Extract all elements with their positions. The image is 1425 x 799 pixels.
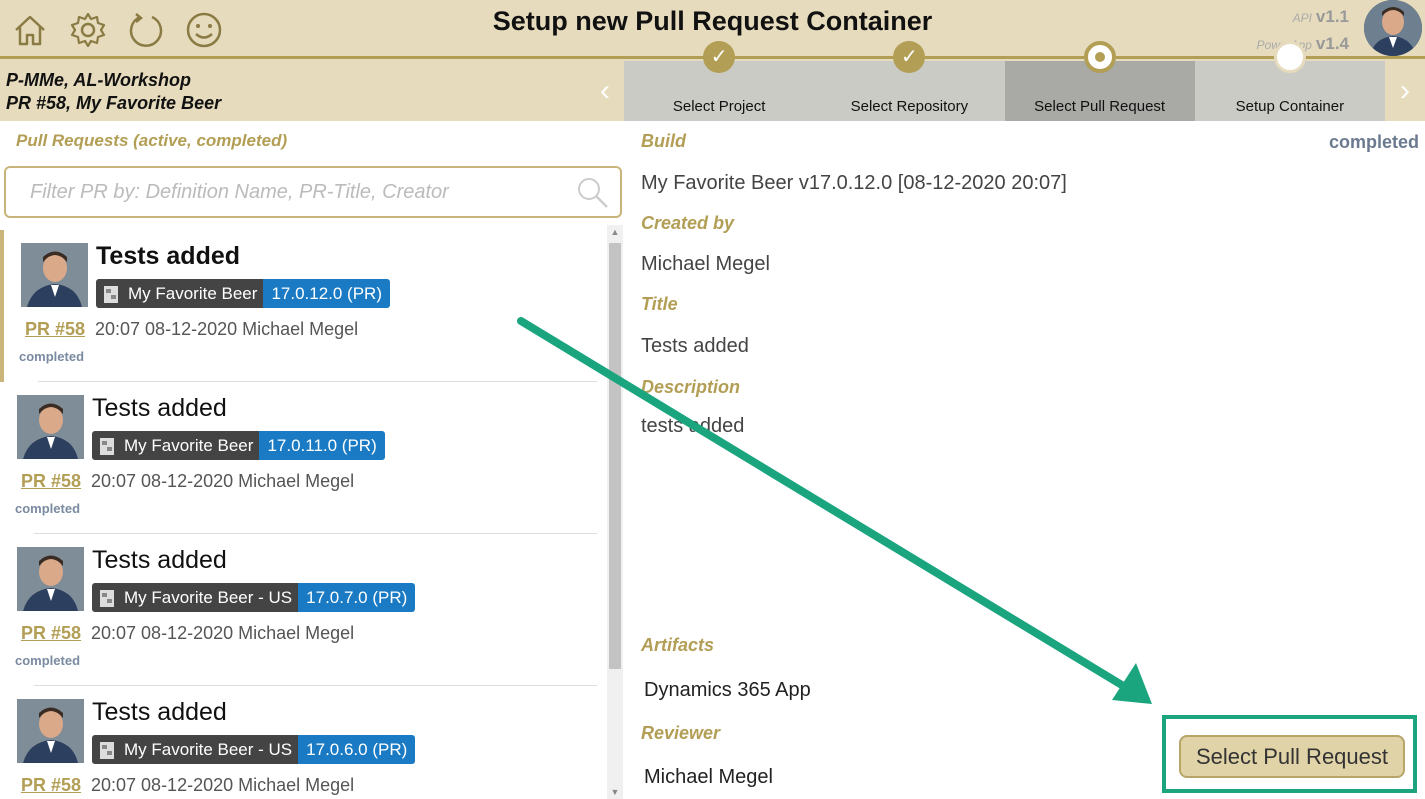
pr-meta: 20:07 08-12-2020 Michael Megel bbox=[95, 319, 359, 339]
status-badge: completed bbox=[15, 501, 81, 516]
pr-meta: 20:07 08-12-2020 Michael Megel bbox=[91, 623, 355, 643]
list-scrollbar[interactable]: ▲ ▼ bbox=[607, 225, 623, 799]
title-label: Title bbox=[641, 294, 678, 314]
step-setup-container[interactable]: Setup Container bbox=[1195, 41, 1385, 121]
description-value: tests added bbox=[641, 415, 745, 437]
title-value: Tests added bbox=[641, 335, 749, 357]
pr-title: Tests added bbox=[92, 394, 227, 422]
pr-link[interactable]: PR #58 bbox=[21, 775, 81, 796]
chevron-left-icon[interactable]: ‹ bbox=[585, 60, 625, 121]
build-value: My Favorite Beer v17.0.12.0 [08-12-2020 … bbox=[641, 172, 1067, 194]
list-item[interactable]: Tests added My Favorite Beer 17.0.12.0 (… bbox=[0, 230, 607, 382]
list-item[interactable]: Tests added My Favorite Beer - US 17.0.7… bbox=[0, 534, 607, 686]
api-version: API v1.1 bbox=[1292, 7, 1349, 26]
page-title: Setup new Pull Request Container bbox=[492, 6, 933, 36]
current-step-icon bbox=[1083, 41, 1116, 73]
avatar bbox=[17, 395, 84, 459]
package-icon bbox=[104, 285, 118, 303]
step-select-repository[interactable]: ✓ Select Repository bbox=[814, 41, 1004, 121]
build-tag: My Favorite Beer - US 17.0.7.0 (PR) bbox=[92, 583, 416, 612]
build-tag: My Favorite Beer 17.0.12.0 (PR) bbox=[96, 279, 390, 308]
scroll-down-icon[interactable]: ▼ bbox=[607, 787, 623, 797]
description-label: Description bbox=[641, 377, 741, 397]
pr-title: Tests added bbox=[92, 546, 227, 574]
pr-list: Tests added My Favorite Beer 17.0.12.0 (… bbox=[0, 230, 607, 799]
context-project: P-MMe, AL-Workshop bbox=[6, 70, 191, 90]
user-avatar[interactable] bbox=[1364, 0, 1422, 56]
pr-title: Tests added bbox=[96, 242, 241, 270]
artifacts-value: Dynamics 365 App bbox=[644, 679, 811, 701]
artifacts-label: Artifacts bbox=[641, 635, 715, 655]
pr-title: Tests added bbox=[92, 698, 227, 726]
created-by-label: Created by bbox=[641, 213, 735, 233]
pr-meta: 20:07 08-12-2020 Michael Megel bbox=[91, 775, 355, 795]
pr-link[interactable]: PR #58 bbox=[21, 471, 81, 492]
filter-box bbox=[4, 166, 622, 218]
status-badge: completed bbox=[15, 653, 81, 668]
scroll-thumb[interactable] bbox=[609, 243, 621, 669]
package-icon bbox=[100, 589, 114, 607]
reviewer-label: Reviewer bbox=[641, 723, 721, 743]
check-icon: ✓ bbox=[703, 41, 736, 73]
build-tag: My Favorite Beer - US 17.0.6.0 (PR) bbox=[92, 735, 416, 764]
annotation-highlight-box bbox=[1162, 715, 1417, 793]
pr-meta: 20:07 08-12-2020 Michael Megel bbox=[91, 471, 355, 491]
search-icon[interactable] bbox=[576, 176, 610, 210]
package-icon bbox=[100, 437, 114, 455]
pr-list-title: Pull Requests (active, completed) bbox=[16, 131, 288, 150]
pending-step-icon bbox=[1273, 41, 1306, 73]
list-item[interactable]: Tests added My Favorite Beer 17.0.11.0 (… bbox=[0, 382, 607, 534]
avatar bbox=[17, 699, 84, 763]
list-item[interactable]: Tests added My Favorite Beer - US 17.0.6… bbox=[0, 686, 607, 799]
pr-status: completed bbox=[1328, 132, 1419, 152]
check-icon: ✓ bbox=[893, 41, 926, 73]
chevron-right-icon[interactable]: › bbox=[1385, 60, 1425, 121]
step-select-project[interactable]: ✓ Select Project bbox=[624, 41, 814, 121]
package-icon bbox=[100, 741, 114, 759]
created-by-value: Michael Megel bbox=[641, 253, 770, 275]
avatar bbox=[21, 243, 88, 307]
step-select-pull-request[interactable]: Select Pull Request bbox=[1004, 41, 1195, 121]
pr-link[interactable]: PR #58 bbox=[25, 319, 85, 340]
build-tag: My Favorite Beer 17.0.11.0 (PR) bbox=[92, 431, 385, 460]
build-label: Build bbox=[641, 131, 686, 151]
pr-filter-input[interactable] bbox=[6, 168, 566, 216]
avatar bbox=[17, 547, 84, 611]
scroll-up-icon[interactable]: ▲ bbox=[607, 227, 623, 237]
context-pr: PR #58, My Favorite Beer bbox=[6, 93, 222, 113]
pr-link[interactable]: PR #58 bbox=[21, 623, 81, 644]
status-badge: completed bbox=[19, 349, 85, 364]
reviewer-value: Michael Megel bbox=[644, 766, 773, 788]
wizard-stepper: ✓ Select Project ✓ Select Repository Sel… bbox=[624, 41, 1385, 121]
